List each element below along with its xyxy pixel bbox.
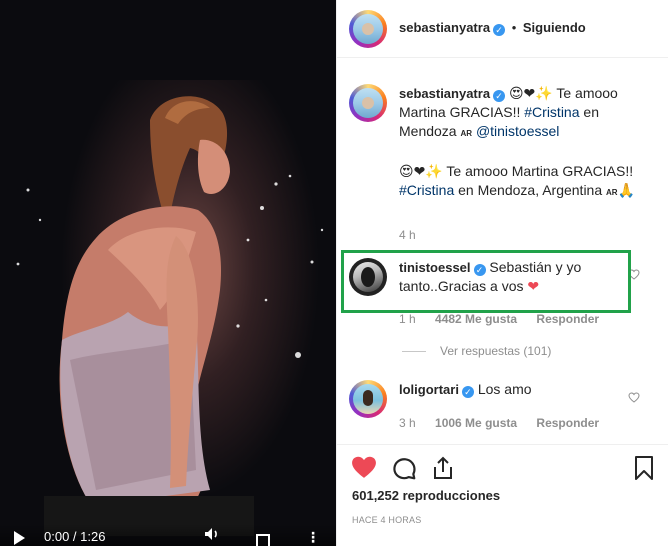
avatar[interactable] xyxy=(349,84,387,122)
reply-button[interactable]: Responder xyxy=(536,416,599,430)
emoji: 🙏 xyxy=(617,182,636,198)
avatar[interactable] xyxy=(349,380,387,418)
caption-text: en Mendoza, Argentina xyxy=(454,182,607,198)
verified-icon: ✓ xyxy=(493,24,506,36)
performer-figure xyxy=(16,96,324,536)
fullscreen-icon[interactable] xyxy=(256,534,270,546)
replies-divider xyxy=(402,351,426,353)
share-icon[interactable] xyxy=(431,455,455,481)
reply-button[interactable]: Responder xyxy=(536,312,599,326)
comment-time: 3 h xyxy=(399,416,416,430)
caption-time: 4 h xyxy=(399,228,416,242)
avatar[interactable] xyxy=(349,10,387,48)
flag-icon: AR xyxy=(606,188,618,197)
flag-icon: AR xyxy=(460,129,473,138)
heart-filled-icon[interactable] xyxy=(351,455,377,479)
mention-link[interactable]: @tinistoessel xyxy=(476,123,559,139)
post-age: HACE 4 HORAS xyxy=(352,515,422,525)
like-heart-icon[interactable] xyxy=(628,392,640,403)
more-icon[interactable]: ⋮ xyxy=(306,530,320,544)
view-replies-link[interactable]: Ver respuestas (101) xyxy=(402,344,551,358)
following-button[interactable]: Siguiendo xyxy=(523,20,586,35)
volume-icon[interactable] xyxy=(204,527,220,544)
comment-text: Los amo xyxy=(477,381,532,397)
verified-icon: ✓ xyxy=(461,386,474,398)
post-author-username[interactable]: sebastianyatra xyxy=(399,20,490,35)
emoji: 😍❤✨ xyxy=(508,85,553,101)
hashtag-link[interactable]: #Cristina xyxy=(524,104,579,120)
comment-username[interactable]: loligortari xyxy=(399,382,459,397)
actions-bar: 601,252 reproducciones HACE 4 HORAS xyxy=(337,444,668,546)
post-header: sebastianyatra ✓ • Siguiendo xyxy=(337,0,668,58)
likes-count[interactable]: 4482 Me gusta xyxy=(435,312,517,326)
video-controls: 0:00 / 1:26 ⋮ xyxy=(0,524,336,546)
verified-icon: ✓ xyxy=(493,90,506,102)
comment-highlight-box xyxy=(341,250,631,313)
video-player[interactable]: 0:00 / 1:26 ⋮ xyxy=(0,0,336,546)
video-time: 0:00 / 1:26 xyxy=(44,529,106,544)
comment-icon[interactable] xyxy=(391,455,417,481)
separator-dot: • xyxy=(511,20,517,35)
emoji: 😍❤✨ xyxy=(399,163,443,179)
hashtag-link[interactable]: #Cristina xyxy=(399,182,454,198)
views-count[interactable]: 601,252 reproducciones xyxy=(352,488,500,503)
comment-meta: 1 h 4482 Me gusta Responder xyxy=(399,312,615,326)
bookmark-icon[interactable] xyxy=(633,455,655,481)
view-replies-label: Ver respuestas (101) xyxy=(440,344,552,358)
play-icon[interactable] xyxy=(14,531,25,545)
comment-meta: 3 h 1006 Me gusta Responder xyxy=(399,416,615,430)
caption-username[interactable]: sebastianyatra xyxy=(399,86,490,101)
likes-count[interactable]: 1006 Me gusta xyxy=(435,416,517,430)
comment-time: 1 h xyxy=(399,312,416,326)
caption-text: Te amooo Martina GRACIAS!! xyxy=(442,163,634,179)
caption-meta: 4 h xyxy=(399,228,432,242)
